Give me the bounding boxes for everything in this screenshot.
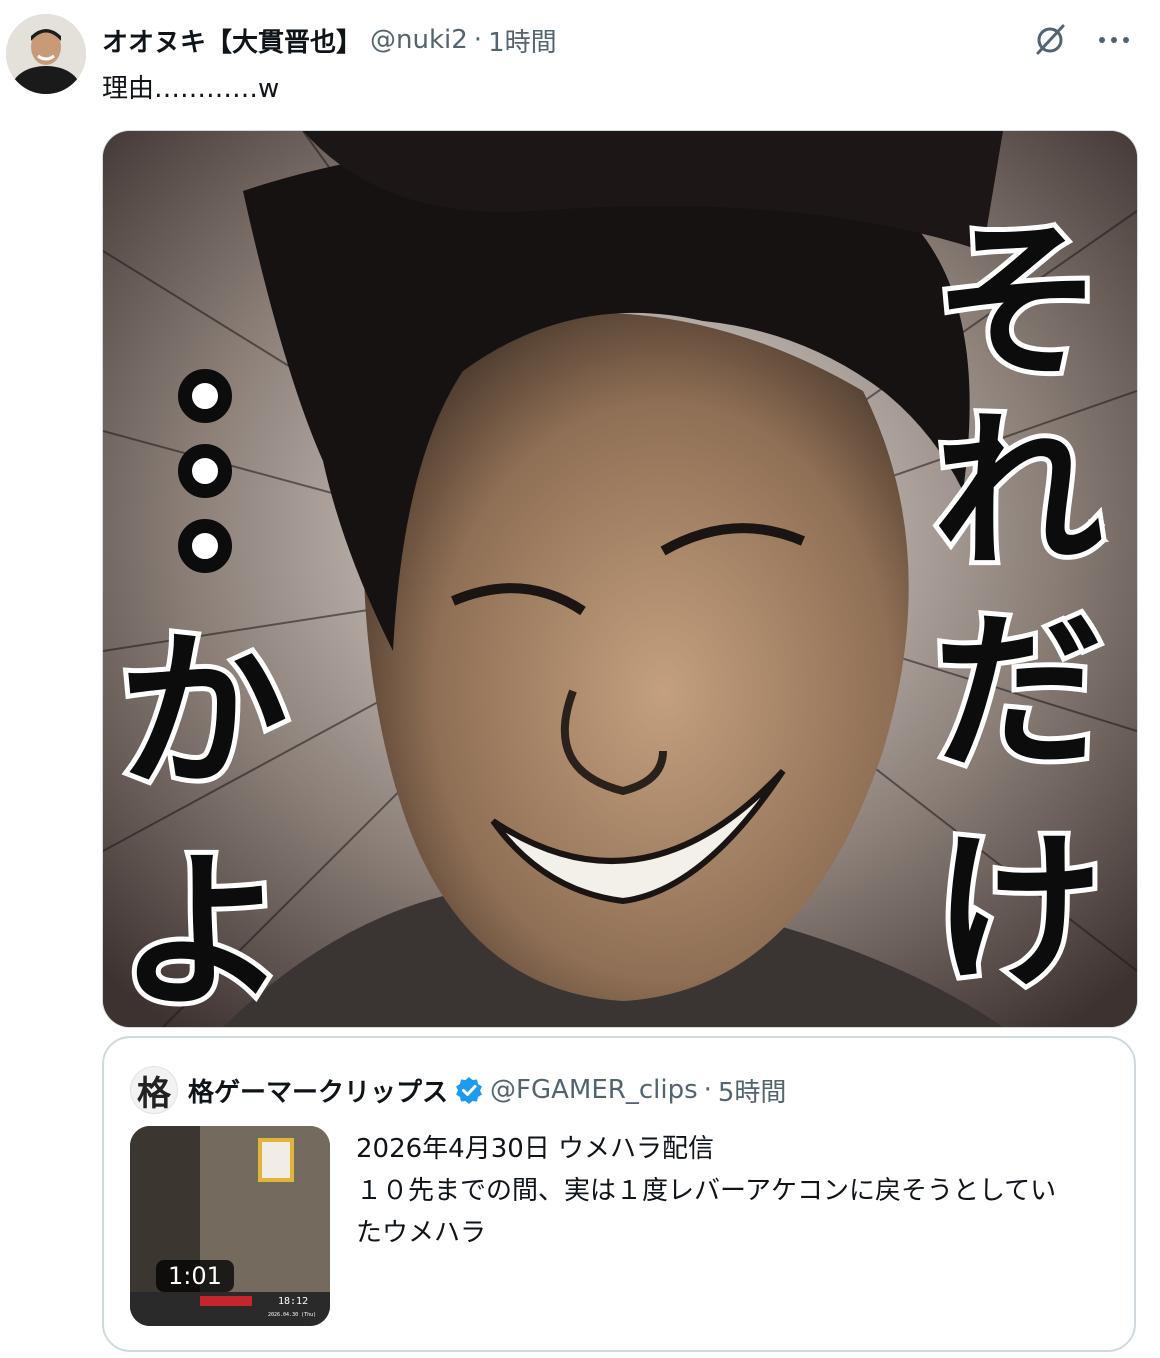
display-name[interactable]: オオヌキ【大貫晋也】 xyxy=(102,22,362,59)
tweet-image[interactable]: そ れ だ け か よ xyxy=(102,130,1138,1028)
quote-text-line-2: １０先までの間、実は１度レバーアケコンに戻そうとしてい xyxy=(356,1176,1057,1206)
svg-text:だ: だ xyxy=(933,594,1103,792)
tweet-text: 理由…………w xyxy=(102,74,280,104)
thumb-date: 2026.04.30 (Thu) xyxy=(268,1312,316,1318)
quote-avatar[interactable]: 格 xyxy=(130,1066,178,1114)
svg-text:よ: よ xyxy=(118,834,288,1027)
svg-text:そ: そ xyxy=(933,204,1103,402)
handle[interactable]: @nuki2 xyxy=(370,25,468,55)
quote-handle[interactable]: @FGAMER_clips xyxy=(490,1075,698,1105)
timestamp[interactable]: 1時間 xyxy=(488,22,557,59)
quote-text-line-1: 2026年4月30日 ウメハラ配信 xyxy=(356,1134,715,1164)
quoted-tweet[interactable]: 格 格ゲーマークリップス @FGAMER_clips · 5時間 18:12 2… xyxy=(102,1036,1136,1352)
thumb-clock: 18:12 xyxy=(278,1296,308,1307)
quote-timestamp[interactable]: 5時間 xyxy=(718,1072,787,1109)
video-duration: 1:01 xyxy=(156,1260,234,1292)
more-icon[interactable] xyxy=(1092,18,1136,62)
tweet-header: オオヌキ【大貫晋也】 @nuki2 · 1時間 xyxy=(102,22,557,58)
quote-text-line-3: たウメハラ xyxy=(356,1218,487,1248)
svg-text:け: け xyxy=(933,814,1103,1012)
quote-text: 2026年4月30日 ウメハラ配信 １０先までの間、実は１度レバーアケコンに戻そ… xyxy=(356,1128,1116,1254)
video-thumbnail[interactable]: 18:12 2026.04.30 (Thu) 1:01 xyxy=(130,1126,330,1326)
header-actions xyxy=(1028,18,1136,62)
quote-header: 格 格ゲーマークリップス @FGAMER_clips · 5時間 xyxy=(130,1066,786,1114)
svg-text:か: か xyxy=(118,614,288,812)
svg-text:れ: れ xyxy=(933,394,1103,592)
separator-dot: · xyxy=(473,25,483,55)
quote-display-name[interactable]: 格ゲーマークリップス xyxy=(188,1072,448,1109)
avatar[interactable] xyxy=(6,14,86,94)
quote-separator-dot: · xyxy=(703,1075,712,1105)
verified-badge-icon xyxy=(454,1075,484,1105)
grok-icon[interactable] xyxy=(1028,18,1072,62)
tweet: オオヌキ【大貫晋也】 @nuki2 · 1時間 理由…………w そ れ だ け … xyxy=(0,0,1160,1358)
